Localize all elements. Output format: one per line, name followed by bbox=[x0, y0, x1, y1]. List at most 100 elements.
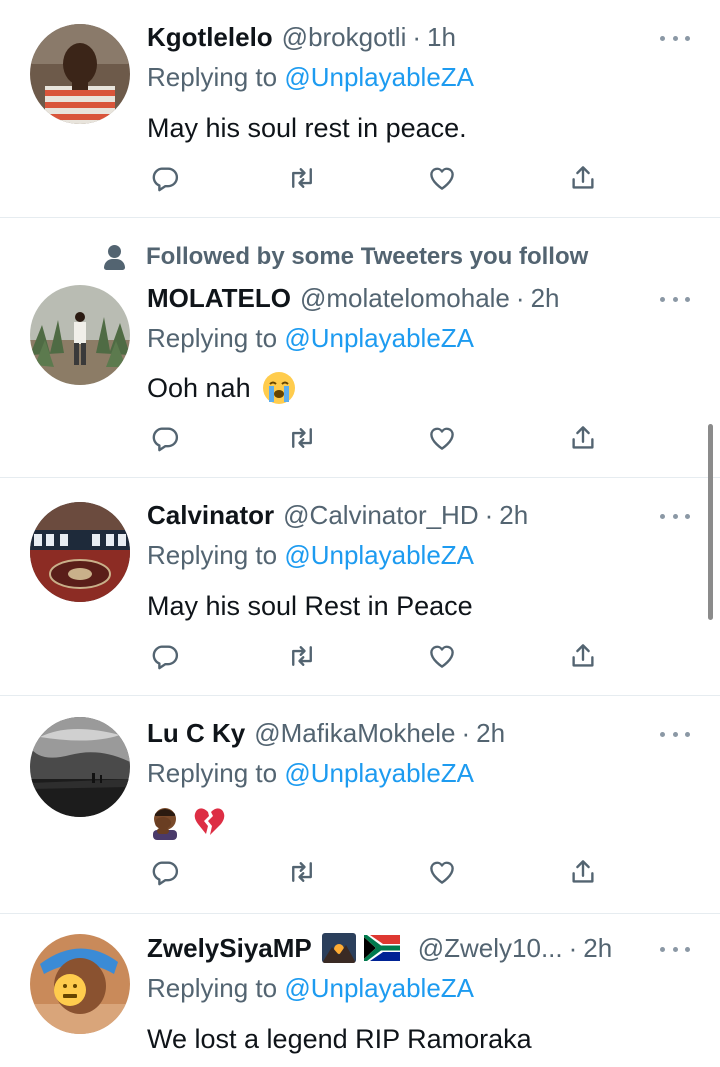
avatar[interactable] bbox=[30, 502, 130, 602]
reply-button[interactable] bbox=[147, 160, 183, 196]
reply-icon bbox=[152, 427, 179, 452]
heart-icon bbox=[430, 427, 454, 450]
share-button[interactable] bbox=[565, 420, 601, 456]
tweet-text-content: We lost a legend RIP Ramoraka bbox=[147, 1023, 532, 1054]
avatar[interactable] bbox=[30, 24, 130, 124]
reply-mention-link[interactable]: @UnplayableZA bbox=[284, 323, 474, 353]
timestamp[interactable]: 2h bbox=[583, 933, 612, 964]
retweet-button[interactable] bbox=[284, 638, 320, 674]
display-name[interactable]: MOLATELO bbox=[147, 283, 291, 314]
share-icon bbox=[572, 426, 594, 449]
scrollbar[interactable] bbox=[708, 424, 713, 620]
user-handle[interactable]: @brokgotli bbox=[282, 22, 407, 53]
like-button[interactable] bbox=[424, 420, 460, 456]
avatar[interactable] bbox=[30, 717, 130, 817]
user-handle[interactable]: @Calvinator_HD bbox=[283, 500, 478, 531]
separator-dot: · bbox=[412, 21, 422, 52]
replying-to: Replying to @UnplayableZA bbox=[147, 758, 474, 792]
more-icon[interactable] bbox=[660, 724, 690, 744]
reply-icon bbox=[152, 645, 179, 670]
share-icon bbox=[572, 644, 594, 667]
display-name[interactable]: Kgotlelelo bbox=[147, 22, 273, 53]
heart-icon bbox=[430, 861, 454, 884]
tweet-actions bbox=[147, 160, 617, 196]
user-handle[interactable]: @MafikaMokhele bbox=[254, 718, 455, 749]
replying-to-label: Replying to bbox=[147, 323, 278, 353]
share-button[interactable] bbox=[565, 854, 601, 890]
share-button[interactable] bbox=[565, 160, 601, 196]
retweet-icon bbox=[292, 168, 312, 188]
tweet-header: Lu C Ky @MafikaMokhele · 2h bbox=[147, 716, 640, 750]
tweet-header: Calvinator @Calvinator_HD · 2h bbox=[147, 498, 640, 532]
timestamp[interactable]: 1h bbox=[427, 22, 456, 53]
share-icon bbox=[572, 166, 594, 189]
replying-to: Replying to @UnplayableZA bbox=[147, 973, 474, 1007]
heart-icon bbox=[430, 167, 454, 190]
tweet-actions bbox=[147, 854, 617, 890]
avatar[interactable] bbox=[30, 285, 130, 385]
reply-button[interactable] bbox=[147, 854, 183, 890]
user-handle[interactable]: @Zwely10... bbox=[418, 933, 563, 964]
more-icon[interactable] bbox=[660, 939, 690, 959]
like-button[interactable] bbox=[424, 638, 460, 674]
tweet-item[interactable]: Followed by some Tweeters you follow MOL… bbox=[0, 218, 720, 478]
tweet-header: Kgotlelelo @brokgotli · 1h bbox=[147, 20, 640, 54]
tweet-text: We lost a legend RIP Ramoraka bbox=[147, 1019, 680, 1059]
person-icon bbox=[100, 242, 132, 272]
more-icon[interactable] bbox=[660, 289, 690, 309]
tweet-actions bbox=[147, 420, 617, 456]
social-context: Followed by some Tweeters you follow bbox=[100, 242, 588, 272]
tweet-text-content: May his soul Rest in Peace bbox=[147, 590, 473, 621]
reply-mention-link[interactable]: @UnplayableZA bbox=[284, 973, 474, 1003]
retweet-button[interactable] bbox=[284, 420, 320, 456]
social-context-text: Followed by some Tweeters you follow bbox=[146, 243, 589, 270]
reply-mention-link[interactable]: @UnplayableZA bbox=[284, 62, 474, 92]
loudly-crying-face-emoji bbox=[262, 372, 295, 404]
separator-dot: · bbox=[515, 282, 525, 313]
retweet-icon bbox=[292, 428, 312, 448]
like-button[interactable] bbox=[424, 160, 460, 196]
separator-dot: · bbox=[461, 717, 471, 748]
share-button[interactable] bbox=[565, 638, 601, 674]
tweet-text bbox=[147, 802, 680, 842]
replying-to: Replying to @UnplayableZA bbox=[147, 62, 474, 96]
more-icon[interactable] bbox=[660, 506, 690, 526]
replying-to-label: Replying to bbox=[147, 973, 278, 1003]
display-name[interactable]: Lu C Ky bbox=[147, 718, 245, 749]
reply-icon bbox=[152, 861, 179, 886]
display-name[interactable]: Calvinator bbox=[147, 500, 274, 531]
heart-icon bbox=[430, 645, 454, 668]
retweet-button[interactable] bbox=[284, 854, 320, 890]
tweet-item[interactable]: Calvinator @Calvinator_HD · 2h Replying … bbox=[0, 478, 720, 696]
reply-button[interactable] bbox=[147, 638, 183, 674]
tweet-text-content: Ooh nah bbox=[147, 372, 251, 403]
reply-mention-link[interactable]: @UnplayableZA bbox=[284, 758, 474, 788]
replying-to-label: Replying to bbox=[147, 758, 278, 788]
broken-heart-emoji bbox=[194, 808, 225, 835]
retweet-icon bbox=[292, 862, 312, 882]
share-icon bbox=[572, 860, 594, 883]
retweet-icon bbox=[292, 646, 312, 666]
timestamp[interactable]: 2h bbox=[531, 283, 560, 314]
timestamp[interactable]: 2h bbox=[499, 500, 528, 531]
reply-button[interactable] bbox=[147, 420, 183, 456]
user-handle[interactable]: @molatelomohale bbox=[300, 283, 510, 314]
tweet-actions bbox=[147, 638, 617, 674]
timestamp[interactable]: 2h bbox=[476, 718, 505, 749]
tweet-text-content: May his soul rest in peace. bbox=[147, 112, 467, 143]
tweet-item[interactable]: Lu C Ky @MafikaMokhele · 2h Replying to … bbox=[0, 696, 720, 914]
separator-dot: · bbox=[484, 499, 494, 530]
replying-to: Replying to @UnplayableZA bbox=[147, 540, 474, 574]
like-button[interactable] bbox=[424, 854, 460, 890]
tweet-item[interactable]: Kgotlelelo @brokgotli · 1h Replying to @… bbox=[0, 0, 720, 218]
reply-mention-link[interactable]: @UnplayableZA bbox=[284, 540, 474, 570]
display-name[interactable]: ZwelySiyaMP bbox=[147, 933, 312, 964]
flag-south-africa-icon bbox=[363, 935, 400, 961]
tweet-header: ZwelySiyaMP @Zwely10... · 2h bbox=[147, 931, 640, 965]
tweet-item[interactable]: ZwelySiyaMP @Zwely10... · 2h Replying to… bbox=[0, 914, 720, 1067]
avatar[interactable] bbox=[30, 934, 130, 1034]
more-icon[interactable] bbox=[660, 28, 690, 48]
tweet-text: May his soul Rest in Peace bbox=[147, 586, 680, 626]
retweet-button[interactable] bbox=[284, 160, 320, 196]
replying-to-label: Replying to bbox=[147, 62, 278, 92]
